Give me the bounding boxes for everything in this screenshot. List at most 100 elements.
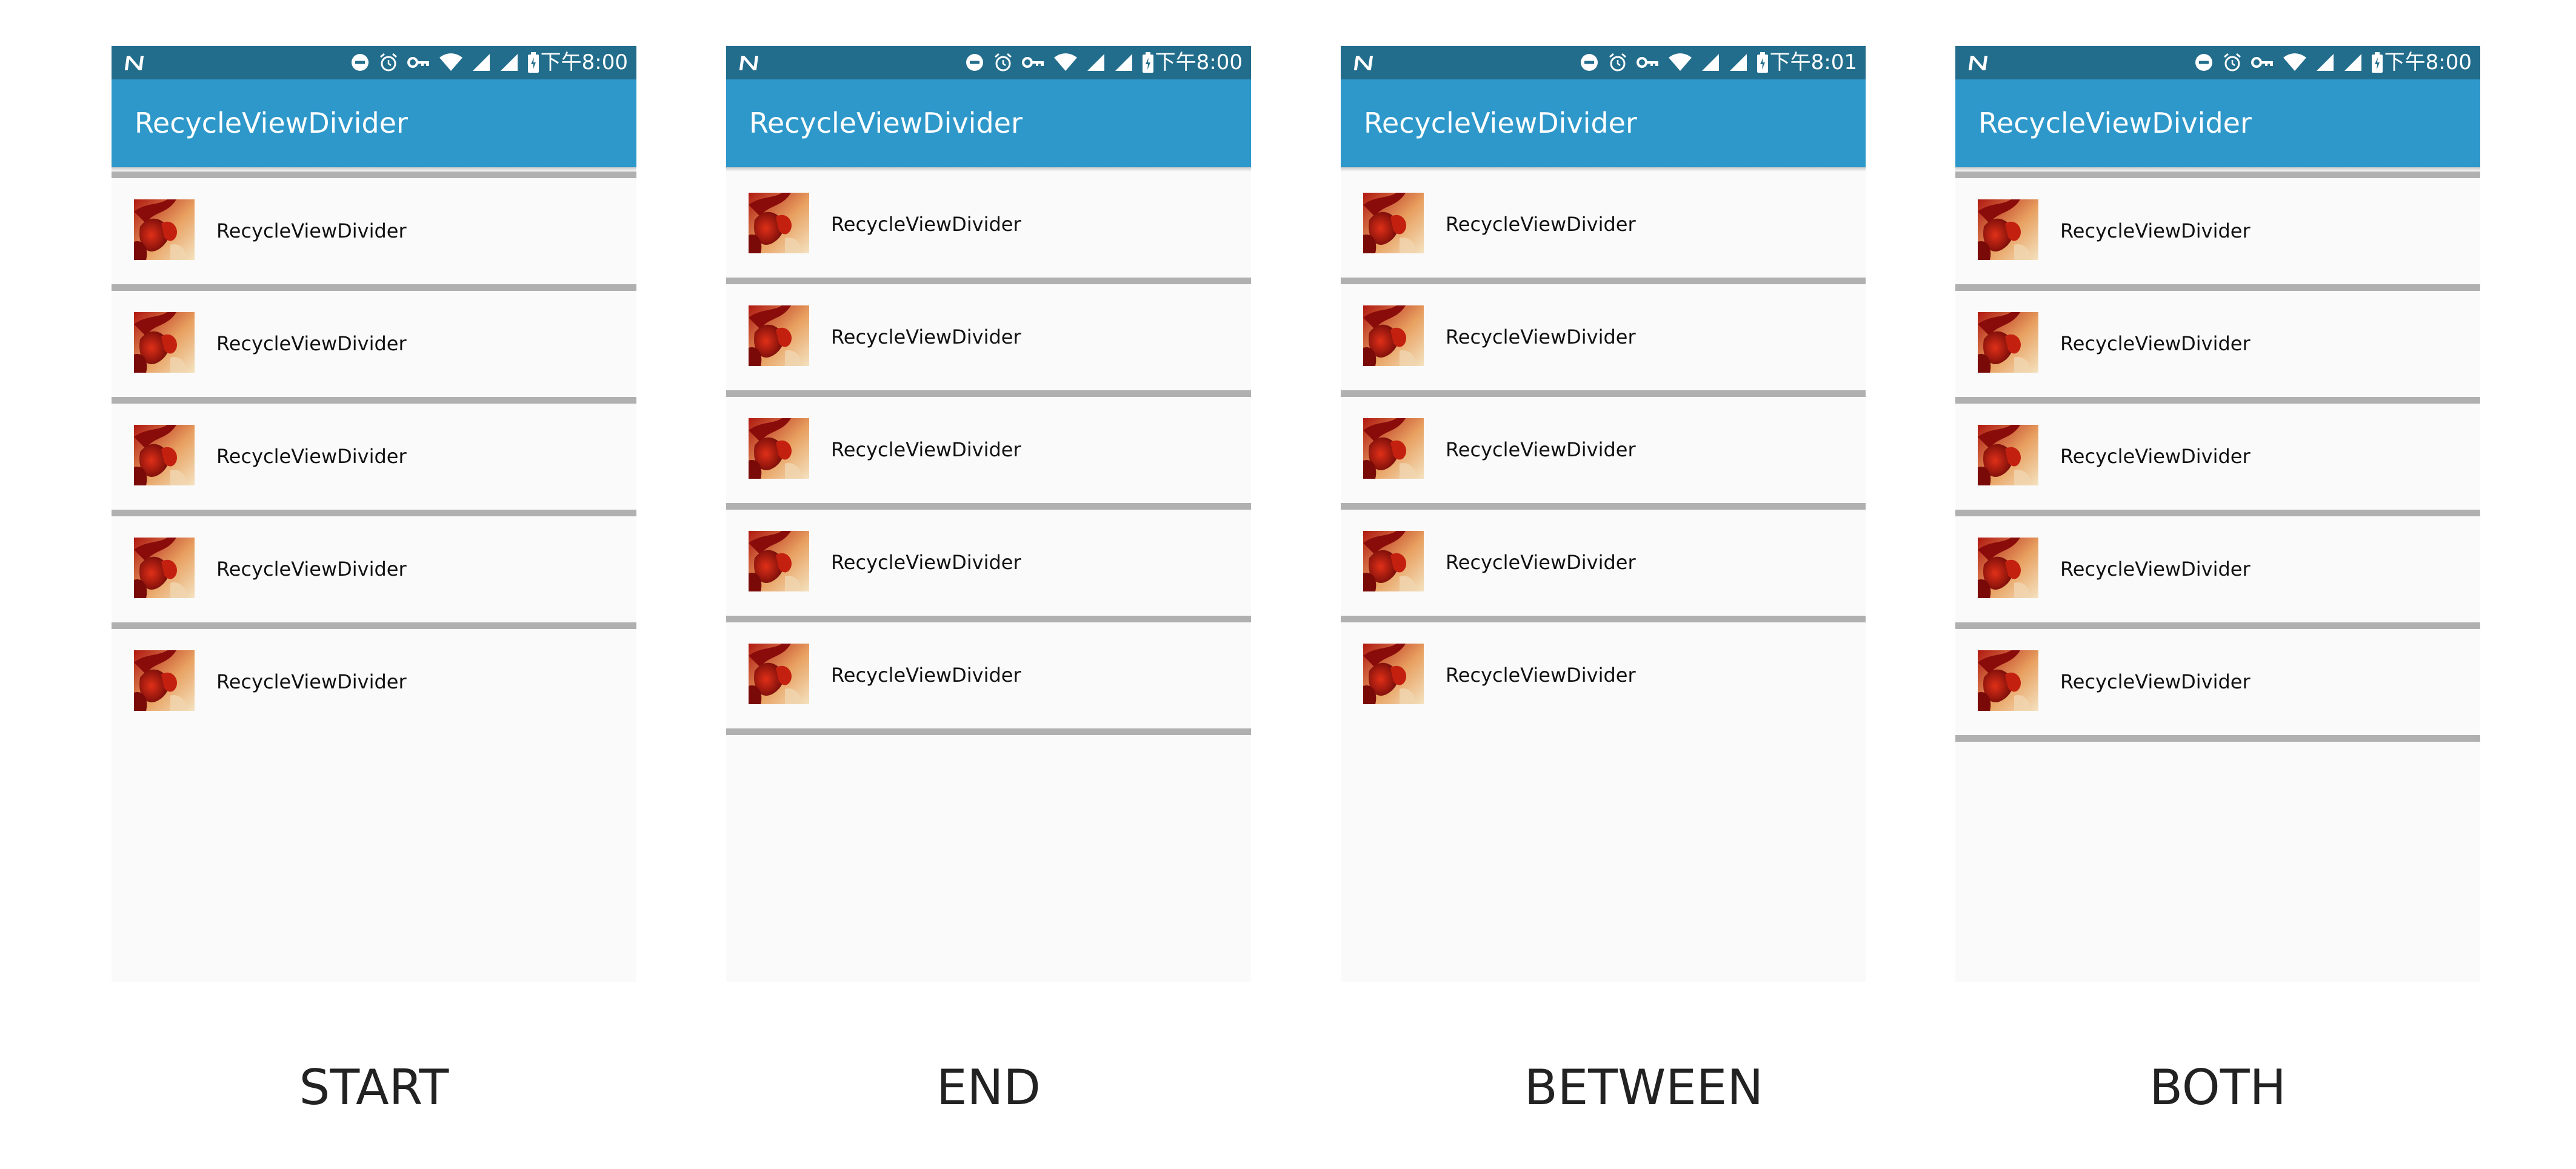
caption-between: BETWEEN (1524, 1059, 1764, 1116)
divider-line (112, 510, 636, 516)
status-time: 下午8:01 (1769, 50, 1857, 75)
list-item[interactable]: RecycleViewDivider (1955, 516, 2480, 622)
list-item[interactable]: RecycleViewDivider (112, 629, 636, 735)
list-item[interactable]: RecycleViewDivider (1955, 404, 2480, 510)
app-bar-shadow (1955, 167, 2480, 172)
divider-line (1341, 278, 1866, 284)
battery-icon (2371, 52, 2383, 73)
item-thumbnail-image (134, 650, 195, 711)
signal-icon (2315, 53, 2335, 72)
battery-icon (1757, 52, 1769, 73)
item-thumbnail-image (1978, 199, 2038, 260)
alarm-icon (2222, 52, 2243, 73)
item-label: RecycleViewDivider (2060, 445, 2251, 468)
signal-icon (499, 53, 519, 72)
list-item[interactable]: RecycleViewDivider (1955, 291, 2480, 397)
status-bar: 下午8:01 (1341, 46, 1866, 79)
item-label: RecycleViewDivider (216, 558, 407, 581)
vpn-key-icon (1637, 55, 1660, 70)
item-label: RecycleViewDivider (1446, 438, 1636, 461)
item-label: RecycleViewDivider (831, 551, 1021, 574)
divider-line (112, 622, 636, 629)
app-bar-shadow (726, 167, 1251, 172)
do-not-disturb-icon (350, 53, 370, 72)
phone-screen-both: 下午8:00 RecycleViewDivider RecycleViewDiv… (1955, 46, 2480, 982)
n-notification-icon (1354, 56, 1373, 70)
divider-line (1955, 735, 2480, 742)
item-thumbnail-image (749, 305, 809, 366)
app-bar: RecycleViewDivider (1955, 79, 2480, 167)
n-notification-icon (1969, 56, 1988, 70)
item-label: RecycleViewDivider (216, 332, 407, 355)
divider-line (1955, 622, 2480, 629)
item-thumbnail-image (134, 425, 195, 485)
item-thumbnail-image (134, 312, 195, 373)
app-bar-shadow (112, 167, 636, 172)
status-time: 下午8:00 (2384, 50, 2472, 75)
vpn-key-icon (1022, 55, 1045, 70)
item-thumbnail-image (749, 644, 809, 704)
app-title: RecycleViewDivider (749, 107, 1023, 139)
list-item[interactable]: RecycleViewDivider (112, 404, 636, 510)
item-label: RecycleViewDivider (831, 325, 1021, 348)
item-thumbnail-image (1978, 312, 2038, 373)
list-item[interactable]: RecycleViewDivider (726, 622, 1251, 728)
app-bar: RecycleViewDivider (1341, 79, 1866, 167)
item-label: RecycleViewDivider (216, 445, 407, 468)
divider-line (726, 503, 1251, 510)
item-thumbnail-image (1978, 650, 2038, 711)
battery-icon (527, 52, 539, 73)
status-icons (350, 51, 539, 74)
divider-line (726, 728, 1251, 735)
wifi-icon (439, 53, 463, 72)
status-icons (2194, 51, 2383, 74)
battery-icon (1142, 52, 1154, 73)
item-thumbnail-image (749, 531, 809, 591)
list-item[interactable]: RecycleViewDivider (726, 397, 1251, 503)
list-item[interactable]: RecycleViewDivider (726, 172, 1251, 278)
list-item[interactable]: RecycleViewDivider (726, 284, 1251, 390)
divider-line (112, 284, 636, 291)
item-label: RecycleViewDivider (2060, 558, 2251, 581)
list-item[interactable]: RecycleViewDivider (726, 510, 1251, 616)
divider-line (726, 390, 1251, 397)
divider-line (1341, 616, 1866, 622)
divider-line (1955, 397, 2480, 404)
item-thumbnail-image (1978, 538, 2038, 598)
divider-line (1955, 172, 2480, 178)
item-label: RecycleViewDivider (831, 664, 1021, 687)
app-title: RecycleViewDivider (1978, 107, 2252, 139)
item-label: RecycleViewDivider (216, 670, 407, 693)
item-thumbnail-image (1978, 425, 2038, 485)
item-thumbnail-image (1363, 531, 1424, 591)
list-item[interactable]: RecycleViewDivider (1341, 622, 1866, 728)
list-item[interactable]: RecycleViewDivider (1341, 397, 1866, 503)
item-label: RecycleViewDivider (2060, 670, 2251, 693)
item-label: RecycleViewDivider (831, 213, 1021, 236)
item-thumbnail-image (1363, 644, 1424, 704)
list-item[interactable]: RecycleViewDivider (1341, 284, 1866, 390)
app-bar: RecycleViewDivider (726, 79, 1251, 167)
item-label: RecycleViewDivider (216, 219, 407, 242)
divider-line (112, 172, 636, 178)
status-time: 下午8:00 (540, 50, 628, 75)
item-thumbnail-image (134, 199, 195, 260)
vpn-key-icon (407, 55, 430, 70)
list-item[interactable]: RecycleViewDivider (112, 516, 636, 622)
caption-both: BOTH (2149, 1059, 2286, 1116)
signal-icon (1701, 53, 1720, 72)
list-item[interactable]: RecycleViewDivider (1955, 629, 2480, 735)
list-item[interactable]: RecycleViewDivider (112, 291, 636, 397)
item-label: RecycleViewDivider (1446, 664, 1636, 687)
wifi-icon (1668, 53, 1692, 72)
do-not-disturb-icon (2194, 53, 2214, 72)
signal-icon (472, 53, 491, 72)
list-item[interactable]: RecycleViewDivider (1341, 510, 1866, 616)
status-bar: 下午8:00 (726, 46, 1251, 79)
list-item[interactable]: RecycleViewDivider (1341, 172, 1866, 278)
do-not-disturb-icon (1580, 53, 1599, 72)
divider-line (726, 278, 1251, 284)
phone-screen-start: 下午8:00 RecycleViewDivider RecycleViewDiv… (112, 46, 636, 982)
list-item[interactable]: RecycleViewDivider (1955, 178, 2480, 284)
list-item[interactable]: RecycleViewDivider (112, 178, 636, 284)
